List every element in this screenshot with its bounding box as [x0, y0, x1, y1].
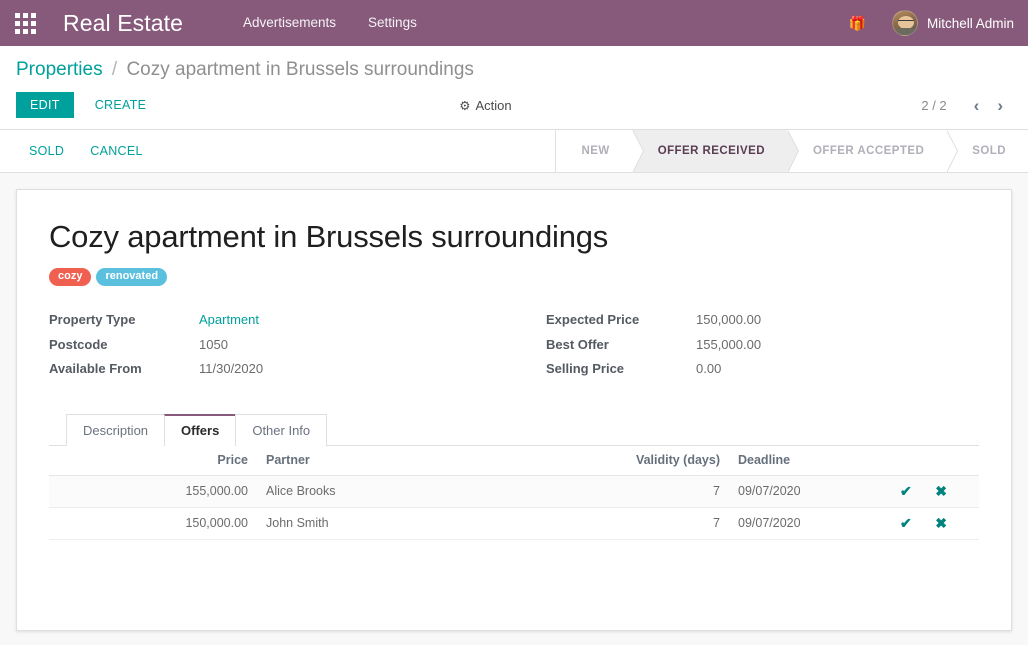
page-title: Cozy apartment in Brussels surroundings [49, 219, 979, 255]
field-label-available-from: Available From [49, 361, 199, 376]
tag-cozy[interactable]: cozy [49, 268, 91, 287]
control-panel: Properties / Cozy apartment in Brussels … [0, 46, 1028, 130]
navbar-menu: Advertisements Settings [227, 0, 433, 46]
apps-grid-icon [15, 13, 36, 34]
top-navbar: Real Estate Advertisements Settings 🎁 Mi… [0, 0, 1028, 46]
cell-partner: Alice Brooks [256, 475, 536, 507]
column-header-partner[interactable]: Partner [256, 446, 536, 476]
tag-renovated[interactable]: renovated [96, 268, 167, 287]
form-sheet: Cozy apartment in Brussels surroundings … [16, 189, 1012, 631]
statusbar-action-buttons: SOLD CANCEL [16, 130, 156, 172]
notebook-tabs: Description Offers Other Info [49, 414, 979, 446]
fields-grid: Property Type Apartment Postcode 1050 Av… [49, 312, 979, 386]
offers-table-body: 155,000.00 Alice Brooks 7 09/07/2020 ✔ ✖… [49, 475, 979, 539]
cell-actions: ✔ ✖ [828, 475, 979, 507]
apps-menu-button[interactable] [6, 4, 44, 42]
app-brand-title[interactable]: Real Estate [63, 10, 183, 37]
breadcrumb-separator: / [112, 59, 117, 80]
avatar [892, 10, 918, 36]
cell-validity: 7 [536, 507, 728, 539]
nav-item-advertisements[interactable]: Advertisements [227, 0, 352, 46]
field-value-available-from: 11/30/2020 [199, 361, 263, 376]
fields-column-left: Property Type Apartment Postcode 1050 Av… [49, 312, 514, 386]
tab-offers[interactable]: Offers [164, 414, 236, 446]
field-value-best-offer: 155,000.00 [696, 337, 761, 352]
breadcrumb-item-properties[interactable]: Properties [16, 59, 103, 80]
status-bar: SOLD CANCEL NEW OFFER RECEIVED OFFER ACC… [0, 130, 1028, 173]
field-value-expected-price: 150,000.00 [696, 312, 761, 327]
table-header-row: Price Partner Validity (days) Deadline [49, 446, 979, 476]
cell-actions: ✔ ✖ [828, 507, 979, 539]
username-label: Mitchell Admin [927, 16, 1014, 31]
create-button[interactable]: CREATE [82, 92, 160, 118]
field-best-offer: Best Offer 155,000.00 [546, 337, 979, 362]
times-icon[interactable]: ✖ [935, 483, 947, 500]
field-label-expected-price: Expected Price [546, 312, 696, 327]
edit-button[interactable]: EDIT [16, 92, 74, 118]
field-label-property-type: Property Type [49, 312, 199, 327]
tags-list: cozy renovated [49, 268, 979, 287]
field-value-postcode: 1050 [199, 337, 228, 352]
field-available-from: Available From 11/30/2020 [49, 361, 514, 386]
chevron-left-icon[interactable]: ‹ [965, 97, 989, 114]
control-panel-buttons: EDIT CREATE ⚙ Action 2 / 2 ‹ › [16, 86, 1012, 129]
fields-column-right: Expected Price 150,000.00 Best Offer 155… [514, 312, 979, 386]
nav-item-settings[interactable]: Settings [352, 0, 433, 46]
cell-price: 150,000.00 [49, 507, 256, 539]
notebook: Description Offers Other Info Price Part… [49, 414, 979, 540]
cell-deadline: 09/07/2020 [728, 475, 828, 507]
check-icon[interactable]: ✔ [900, 483, 912, 500]
table-row[interactable]: 150,000.00 John Smith 7 09/07/2020 ✔ ✖ [49, 507, 979, 539]
column-header-price[interactable]: Price [49, 446, 256, 476]
gift-icon[interactable]: 🎁 [839, 0, 876, 46]
statusbar-stage-sold[interactable]: SOLD [946, 130, 1028, 172]
cell-deadline: 09/07/2020 [728, 507, 828, 539]
sold-button[interactable]: SOLD [16, 138, 77, 164]
field-value-property-type[interactable]: Apartment [199, 312, 259, 327]
check-icon[interactable]: ✔ [900, 515, 912, 532]
action-menu-label: Action [475, 98, 511, 113]
breadcrumb-item-current: Cozy apartment in Brussels surroundings [126, 59, 473, 80]
cell-price: 155,000.00 [49, 475, 256, 507]
column-header-actions [828, 446, 979, 476]
action-menu-button[interactable]: ⚙ Action [459, 98, 511, 113]
cancel-button[interactable]: CANCEL [77, 138, 156, 164]
chevron-right-icon[interactable]: › [988, 97, 1012, 114]
field-label-postcode: Postcode [49, 337, 199, 352]
cell-validity: 7 [536, 475, 728, 507]
field-label-best-offer: Best Offer [546, 337, 696, 352]
field-expected-price: Expected Price 150,000.00 [546, 312, 979, 337]
column-header-deadline[interactable]: Deadline [728, 446, 828, 476]
field-value-selling-price: 0.00 [696, 361, 721, 376]
tab-other-info[interactable]: Other Info [235, 414, 327, 446]
column-header-validity[interactable]: Validity (days) [536, 446, 728, 476]
statusbar-stage-new[interactable]: NEW [556, 130, 632, 172]
statusbar-pipeline: NEW OFFER RECEIVED OFFER ACCEPTED SOLD [555, 130, 1028, 172]
statusbar-stage-offer-received[interactable]: OFFER RECEIVED [632, 130, 787, 172]
breadcrumb: Properties / Cozy apartment in Brussels … [16, 46, 1012, 86]
field-property-type: Property Type Apartment [49, 312, 514, 337]
navbar-right-group: 🎁 Mitchell Admin [839, 0, 1014, 46]
field-selling-price: Selling Price 0.00 [546, 361, 979, 386]
field-label-selling-price: Selling Price [546, 361, 696, 376]
content-area: Cozy apartment in Brussels surroundings … [0, 173, 1028, 645]
user-menu[interactable]: Mitchell Admin [876, 10, 1014, 36]
cell-partner: John Smith [256, 507, 536, 539]
table-row[interactable]: 155,000.00 Alice Brooks 7 09/07/2020 ✔ ✖ [49, 475, 979, 507]
tab-description[interactable]: Description [66, 414, 165, 446]
offers-table: Price Partner Validity (days) Deadline 1… [49, 446, 979, 540]
pager-value: 2 / 2 [921, 98, 964, 113]
field-postcode: Postcode 1050 [49, 337, 514, 362]
offers-table-head: Price Partner Validity (days) Deadline [49, 446, 979, 476]
gear-icon: ⚙ [459, 98, 470, 113]
pager: 2 / 2 ‹ › [921, 97, 1012, 114]
times-icon[interactable]: ✖ [935, 515, 947, 532]
statusbar-stage-offer-accepted[interactable]: OFFER ACCEPTED [787, 130, 946, 172]
